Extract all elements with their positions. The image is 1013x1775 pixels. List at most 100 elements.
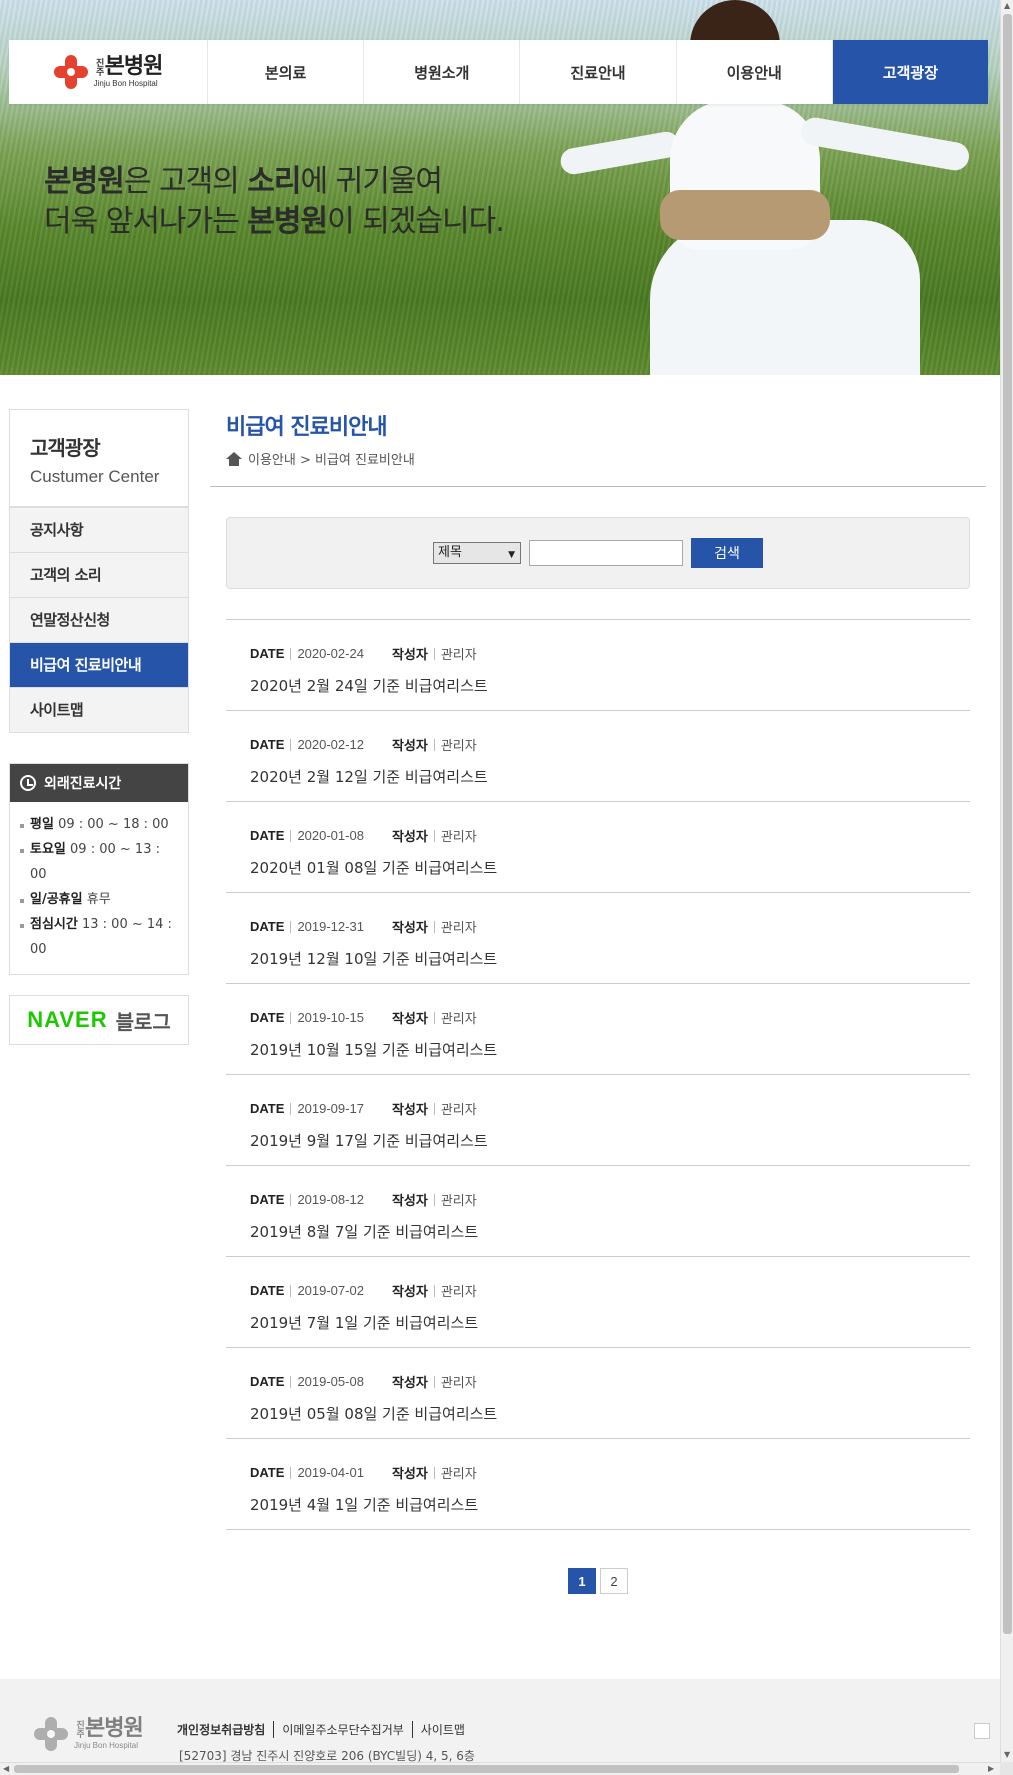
meta-divider	[290, 1284, 292, 1297]
post-date: 2019-04-01	[297, 1465, 364, 1480]
meta-divider	[290, 1466, 292, 1479]
nav-item-treatment[interactable]: 진료안내	[520, 40, 677, 104]
post-title[interactable]: 2019년 12월 10일 기준 비급여리스트	[250, 948, 970, 969]
meta-divider	[290, 738, 292, 751]
author-label: 작성자	[391, 829, 428, 844]
post-date: 2020-02-24	[297, 646, 364, 661]
list-item[interactable]: DATE 2020-02-24 작성자 관리자 2020년 2월 24일 기준 비급여리…	[226, 620, 970, 711]
footer-link-sitemap[interactable]: 사이트맵	[411, 1721, 473, 1738]
post-date: 2020-01-08	[297, 828, 364, 843]
date-label: DATE	[250, 828, 285, 843]
search-button[interactable]: 검색	[691, 538, 763, 568]
post-meta: DATE 2019-07-02 작성자 관리자	[250, 1281, 970, 1300]
post-date: 2019-05-08	[297, 1374, 364, 1389]
meta-divider	[433, 1011, 435, 1024]
author-label: 작성자	[391, 1102, 428, 1117]
list-item[interactable]: DATE 2020-02-12 작성자 관리자 2020년 2월 12일 기준 비급여리…	[226, 711, 970, 802]
sidebar-item-voice[interactable]: 고객의 소리	[10, 552, 188, 597]
sidebar-item-noncovered[interactable]: 비급여 진료비안내	[10, 642, 188, 687]
site-logo[interactable]: 진주 본병원 Jinju Bon Hospital	[9, 40, 208, 104]
meta-divider	[433, 1102, 435, 1115]
meta-divider	[433, 1284, 435, 1297]
search-bar: 제목 검색	[226, 517, 970, 589]
logo-prefix: 진주	[93, 58, 104, 76]
post-author: 관리자	[440, 1466, 477, 1481]
list-item[interactable]: DATE 2019-04-01 작성자 관리자 2019년 4월 1일 기준 비급여리스…	[226, 1439, 970, 1530]
post-meta: DATE 2019-04-01 작성자 관리자	[250, 1463, 970, 1482]
title-divider	[210, 486, 986, 487]
footer-link-email-refusal[interactable]: 이메일주소무단수집거부	[273, 1721, 411, 1738]
post-title[interactable]: 2019년 7월 1일 기준 비급여리스트	[250, 1312, 970, 1333]
horizontal-scroll-thumb[interactable]	[14, 1765, 959, 1773]
sidebar-item-sitemap[interactable]: 사이트맵	[10, 687, 188, 732]
date-label: DATE	[250, 1374, 285, 1389]
date-label: DATE	[250, 1465, 285, 1480]
cross-logo-icon	[34, 1717, 68, 1751]
post-meta: DATE 2019-09-17 작성자 관리자	[250, 1099, 970, 1118]
hours-header: 외래진료시간	[10, 764, 188, 802]
author-label: 작성자	[391, 647, 428, 662]
hero-slogan-line1: 본병원은 고객의 소리에 귀기울여	[44, 164, 443, 199]
hours-row: 평일 09 : 00 ~ 18 : 00	[20, 812, 178, 837]
post-date: 2019-08-12	[297, 1192, 364, 1207]
vertical-scrollbar[interactable]: ▲ ▼	[1000, 0, 1013, 1762]
author-label: 작성자	[391, 1193, 428, 1208]
post-author: 관리자	[440, 1284, 477, 1299]
post-title[interactable]: 2019년 4월 1일 기준 비급여리스트	[250, 1494, 970, 1515]
sidebar-item-notice[interactable]: 공지사항	[10, 507, 188, 552]
search-field-select[interactable]: 제목	[433, 542, 521, 565]
naver-blog-link[interactable]: NAVER 블로그	[9, 995, 189, 1045]
post-author: 관리자	[440, 1375, 477, 1390]
meta-divider	[290, 1011, 292, 1024]
post-title[interactable]: 2020년 2월 24일 기준 비급여리스트	[250, 675, 970, 696]
post-title[interactable]: 2019년 10월 15일 기준 비급여리스트	[250, 1039, 970, 1060]
meta-divider	[433, 920, 435, 933]
post-title[interactable]: 2020년 2월 12일 기준 비급여리스트	[250, 766, 970, 787]
list-item[interactable]: DATE 2019-10-15 작성자 관리자 2019년 10월 15일 기준 비급여…	[226, 984, 970, 1075]
footer-logo: 진주 본병원 Jinju Bon Hospital	[34, 1717, 144, 1751]
scroll-up-icon[interactable]: ▲	[1004, 1, 1010, 10]
search-input[interactable]	[529, 540, 683, 566]
post-author: 관리자	[440, 738, 477, 753]
author-label: 작성자	[391, 1375, 428, 1390]
author-label: 작성자	[391, 1466, 428, 1481]
cross-logo-icon	[53, 55, 88, 89]
nav-item-bon-medical[interactable]: 본의료	[208, 40, 365, 104]
nav-item-guide[interactable]: 이용안내	[677, 40, 833, 104]
date-label: DATE	[250, 1283, 285, 1298]
post-title[interactable]: 2019년 9월 17일 기준 비급여리스트	[250, 1130, 970, 1151]
list-item[interactable]: DATE 2019-05-08 작성자 관리자 2019년 05월 08일 기준 비급여…	[226, 1348, 970, 1439]
post-meta: DATE 2020-01-08 작성자 관리자	[250, 826, 970, 845]
post-title[interactable]: 2019년 05월 08일 기준 비급여리스트	[250, 1403, 970, 1424]
list-item[interactable]: DATE 2019-09-17 작성자 관리자 2019년 9월 17일 기준 비급여리…	[226, 1075, 970, 1166]
footer-link-privacy[interactable]: 개인정보취급방침	[177, 1721, 273, 1738]
scroll-down-icon[interactable]: ▼	[1004, 1750, 1010, 1759]
list-item[interactable]: DATE 2020-01-08 작성자 관리자 2020년 01월 08일 기준 비급여…	[226, 802, 970, 893]
page-button[interactable]: 2	[600, 1568, 628, 1594]
post-meta: DATE 2020-02-24 작성자 관리자	[250, 644, 970, 663]
scroll-left-icon[interactable]: ◀	[3, 1764, 9, 1773]
vertical-scroll-thumb[interactable]	[1003, 14, 1012, 1634]
post-title[interactable]: 2019년 8월 7일 기준 비급여리스트	[250, 1221, 970, 1242]
post-meta: DATE 2020-02-12 작성자 관리자	[250, 735, 970, 754]
post-author: 관리자	[440, 920, 477, 935]
clock-icon	[20, 775, 36, 791]
post-title[interactable]: 2020년 01월 08일 기준 비급여리스트	[250, 857, 970, 878]
nav-item-about[interactable]: 병원소개	[364, 40, 521, 104]
list-item[interactable]: DATE 2019-12-31 작성자 관리자 2019년 12월 10일 기준 비급여…	[226, 893, 970, 984]
meta-divider	[433, 647, 435, 660]
hours-row: 점심시간 13 : 00 ~ 14 : 00	[20, 912, 178, 962]
post-author: 관리자	[440, 1102, 477, 1117]
post-author: 관리자	[440, 1011, 477, 1026]
page-button[interactable]: 1	[568, 1568, 596, 1594]
list-item[interactable]: DATE 2019-08-12 작성자 관리자 2019년 8월 7일 기준 비급여리스…	[226, 1166, 970, 1257]
date-label: DATE	[250, 737, 285, 752]
sidebar-item-tax[interactable]: 연말정산신청	[10, 597, 188, 642]
scroll-right-icon[interactable]: ▶	[988, 1764, 994, 1773]
horizontal-scrollbar[interactable]: ◀ ▶	[0, 1762, 1000, 1775]
logo-name: 본병원	[104, 54, 164, 79]
list-item[interactable]: DATE 2019-07-02 작성자 관리자 2019년 7월 1일 기준 비급여리스…	[226, 1257, 970, 1348]
home-icon[interactable]	[226, 451, 242, 466]
meta-divider	[433, 1466, 435, 1479]
nav-item-customer[interactable]: 고객광장	[832, 40, 989, 104]
